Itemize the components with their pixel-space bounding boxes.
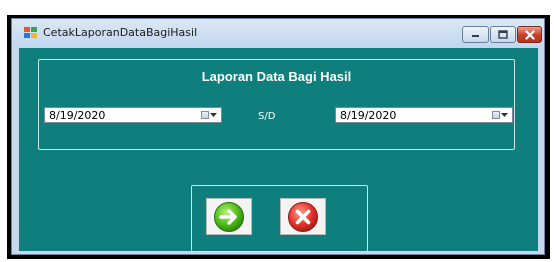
close-button[interactable]: [517, 26, 542, 43]
range-separator-label: S/D: [258, 111, 276, 122]
minimize-button[interactable]: [462, 26, 489, 43]
date-to-value: 8/19/2020: [340, 109, 397, 122]
minimize-icon: [472, 35, 479, 37]
red-x-icon: [288, 201, 318, 232]
date-to-picker[interactable]: 8/19/2020: [335, 107, 513, 123]
window-title: CetakLaporanDataBagiHasil: [43, 26, 198, 39]
print-ok-button[interactable]: [206, 198, 252, 235]
form-window: CetakLaporanDataBagiHasil Laporan Data B…: [11, 18, 545, 255]
calendar-dropdown-icon[interactable]: [199, 110, 219, 120]
report-heading: Laporan Data Bagi Hasil: [201, 69, 352, 84]
calendar-dropdown-icon[interactable]: [490, 110, 510, 120]
green-arrow-right-icon: [214, 201, 244, 232]
title-bar[interactable]: CetakLaporanDataBagiHasil: [12, 19, 544, 48]
close-icon: [524, 29, 535, 40]
cancel-button[interactable]: [280, 198, 326, 235]
filter-groupbox: Laporan Data Bagi Hasil 8/19/2020 S/D 8/…: [38, 59, 515, 150]
windows-form-icon: [24, 27, 37, 38]
form-client-area: Laporan Data Bagi Hasil 8/19/2020 S/D 8/…: [19, 48, 538, 252]
actions-groupbox: [191, 185, 368, 252]
date-from-value: 8/19/2020: [49, 109, 106, 122]
date-from-picker[interactable]: 8/19/2020: [44, 107, 222, 123]
maximize-button[interactable]: [490, 26, 516, 43]
maximize-icon: [498, 30, 508, 39]
